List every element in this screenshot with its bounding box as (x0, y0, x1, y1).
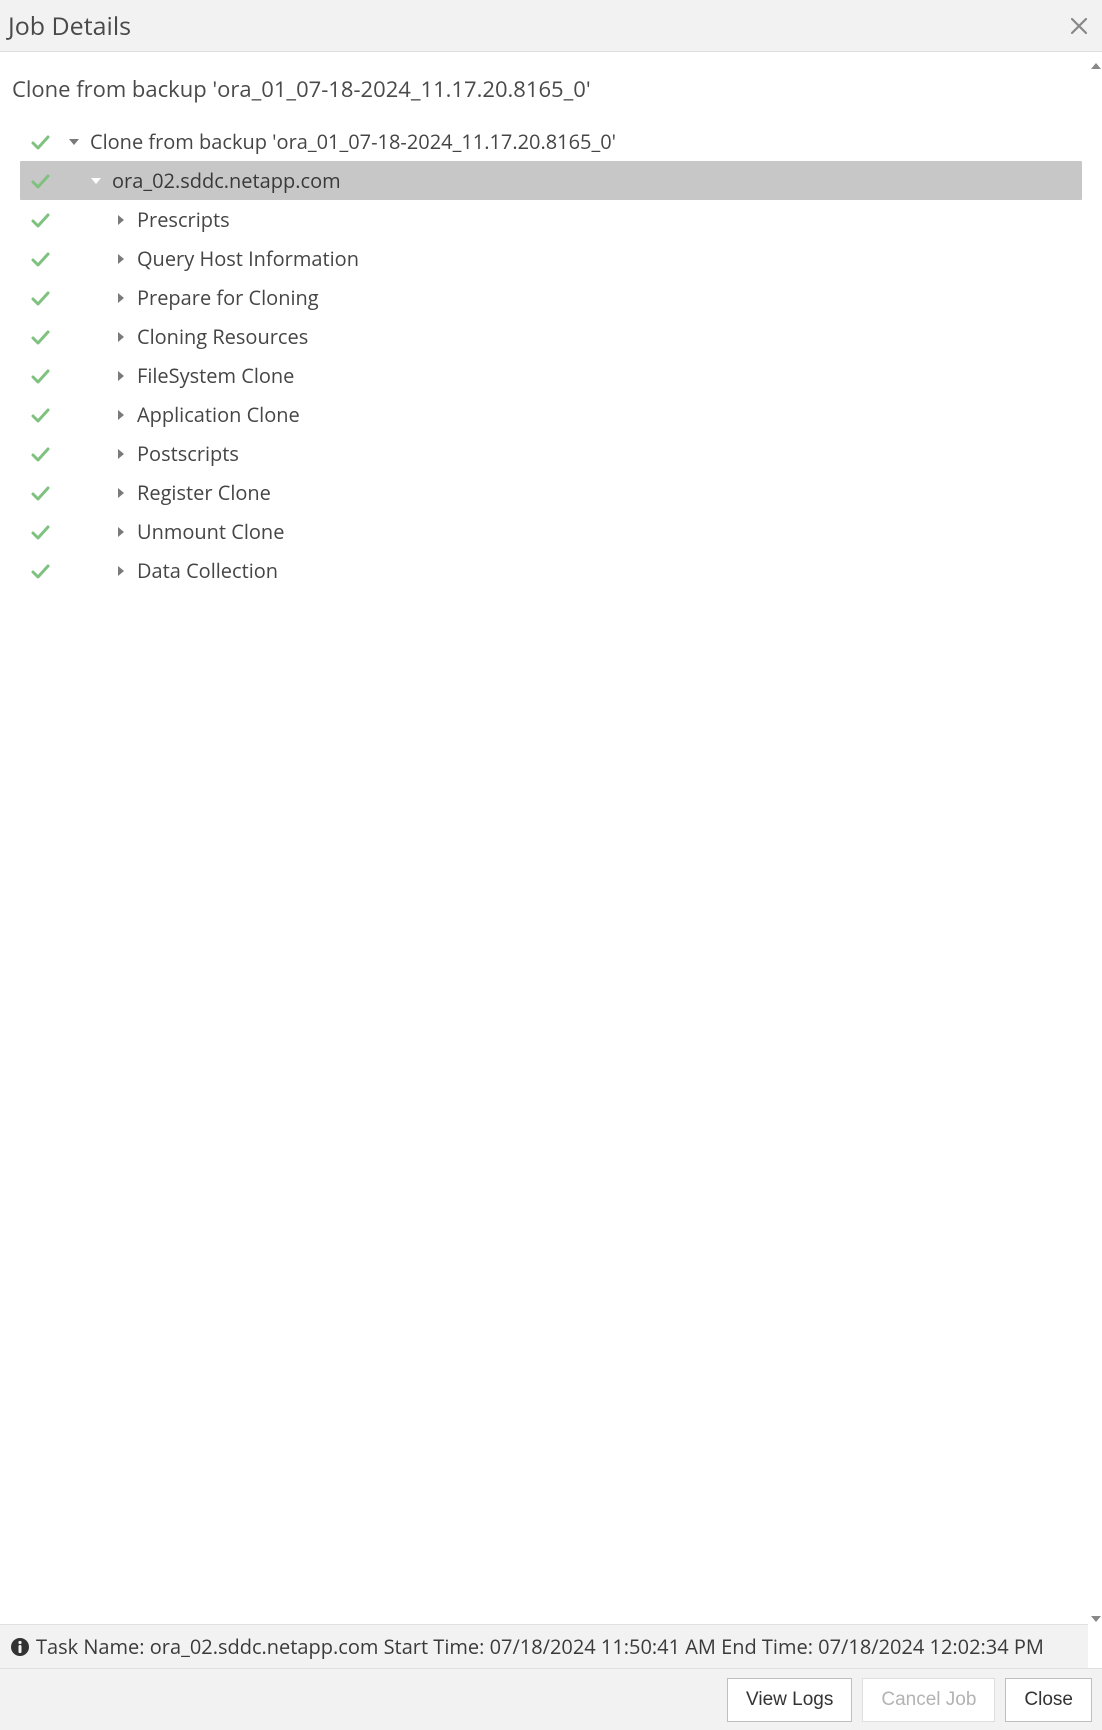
tree-row-label: Unmount Clone (137, 518, 284, 545)
chevron-down-icon[interactable] (90, 175, 102, 187)
tree-row[interactable]: ora_02.sddc.netapp.com (20, 161, 1082, 200)
tree-row-label: Postscripts (137, 440, 239, 467)
scrollbar-down-icon[interactable] (1090, 1608, 1102, 1630)
tree-row[interactable]: Postscripts (20, 434, 1082, 473)
tree-row-label: Data Collection (137, 557, 278, 584)
tree-row[interactable]: Unmount Clone (20, 512, 1082, 551)
check-icon (20, 171, 60, 191)
check-icon (20, 132, 60, 152)
status-bar: Task Name: ora_02.sddc.netapp.com Start … (0, 1624, 1088, 1668)
tree-row-label: Register Clone (137, 479, 271, 506)
tree-row[interactable]: Cloning Resources (20, 317, 1082, 356)
job-step-tree: Clone from backup 'ora_01_07-18-2024_11.… (0, 122, 1102, 590)
dialog-footer: View Logs Cancel Job Close (0, 1668, 1102, 1730)
chevron-right-icon[interactable] (115, 253, 127, 265)
tree-row-label: Query Host Information (137, 245, 359, 272)
check-icon (20, 366, 60, 386)
tree-row-label: Prepare for Cloning (137, 284, 319, 311)
tree-row[interactable]: Prescripts (20, 200, 1082, 239)
tree-row[interactable]: Prepare for Cloning (20, 278, 1082, 317)
close-button[interactable]: Close (1005, 1678, 1092, 1722)
cancel-job-button: Cancel Job (862, 1678, 995, 1722)
check-icon (20, 444, 60, 464)
tree-row-label: FileSystem Clone (137, 362, 294, 389)
view-logs-button[interactable]: View Logs (727, 1678, 852, 1722)
tree-row[interactable]: FileSystem Clone (20, 356, 1082, 395)
check-icon (20, 327, 60, 347)
dialog-header: Job Details (0, 0, 1102, 52)
check-icon (20, 288, 60, 308)
chevron-right-icon[interactable] (115, 409, 127, 421)
dialog-title: Job Details (8, 9, 131, 43)
chevron-right-icon[interactable] (115, 565, 127, 577)
info-icon (10, 1637, 30, 1657)
tree-row[interactable]: Query Host Information (20, 239, 1082, 278)
tree-row[interactable]: Clone from backup 'ora_01_07-18-2024_11.… (20, 122, 1082, 161)
check-icon (20, 249, 60, 269)
tree-row-label: Application Clone (137, 401, 300, 428)
chevron-right-icon[interactable] (115, 370, 127, 382)
chevron-right-icon[interactable] (115, 448, 127, 460)
job-summary-title: Clone from backup 'ora_01_07-18-2024_11.… (0, 52, 1102, 122)
chevron-right-icon[interactable] (115, 214, 127, 226)
status-text: Task Name: ora_02.sddc.netapp.com Start … (36, 1633, 1044, 1660)
check-icon (20, 210, 60, 230)
check-icon (20, 405, 60, 425)
chevron-right-icon[interactable] (115, 487, 127, 499)
chevron-down-icon[interactable] (68, 136, 80, 148)
tree-row-label: Clone from backup 'ora_01_07-18-2024_11.… (90, 128, 616, 155)
check-icon (20, 522, 60, 542)
chevron-right-icon[interactable] (115, 331, 127, 343)
tree-row-label: Cloning Resources (137, 323, 308, 350)
tree-row-label: Prescripts (137, 206, 230, 233)
tree-row[interactable]: Application Clone (20, 395, 1082, 434)
close-icon[interactable] (1068, 15, 1090, 37)
tree-row-label: ora_02.sddc.netapp.com (112, 167, 341, 194)
check-icon (20, 561, 60, 581)
tree-row[interactable]: Register Clone (20, 473, 1082, 512)
tree-row[interactable]: Data Collection (20, 551, 1082, 590)
scrollbar-up-icon[interactable] (1090, 55, 1102, 77)
chevron-right-icon[interactable] (115, 292, 127, 304)
check-icon (20, 483, 60, 503)
chevron-right-icon[interactable] (115, 526, 127, 538)
